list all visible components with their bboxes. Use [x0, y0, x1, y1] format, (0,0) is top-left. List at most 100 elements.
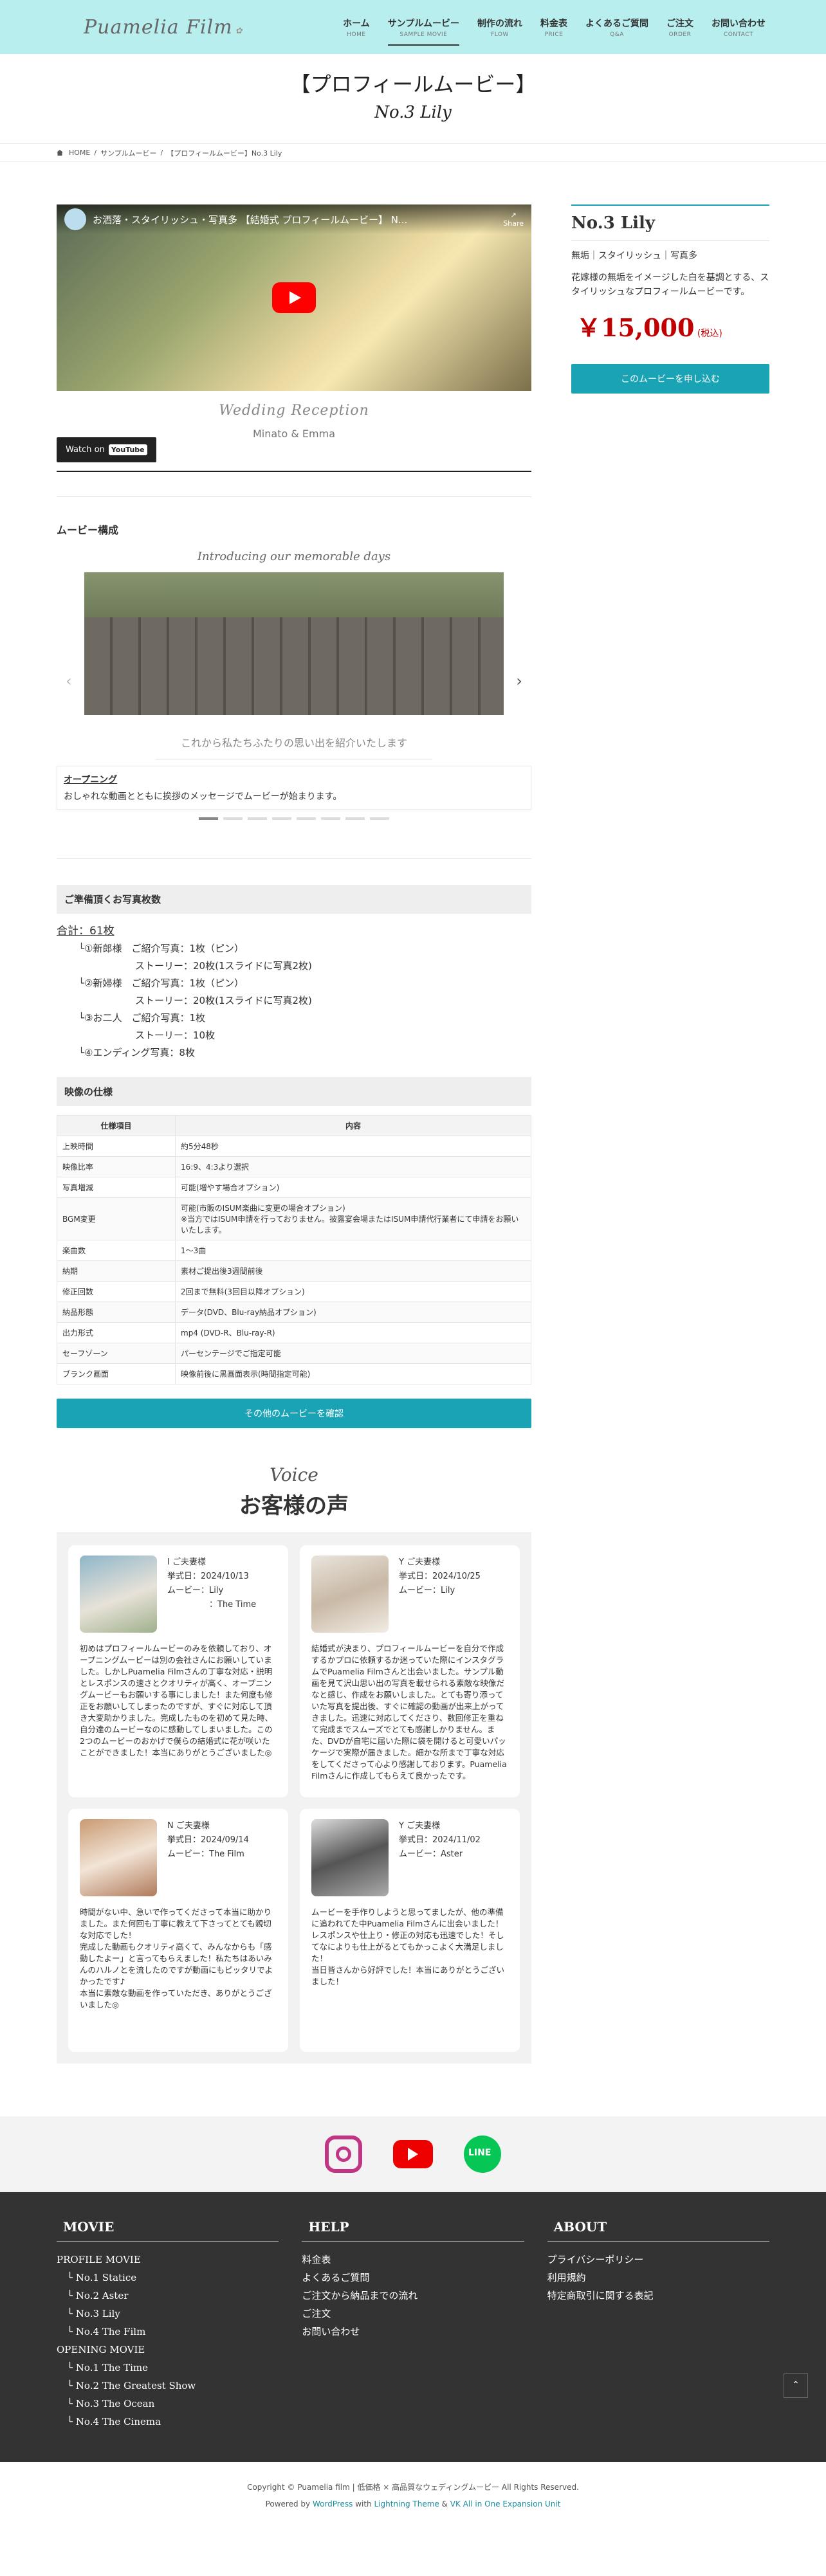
voice-grid: I ご夫妻様 挙式日：2024/10/13 ムービー：Lily ：The Time … [57, 1534, 531, 2064]
sidebar: No.3 Lily 無垢｜スタイリッシュ｜写真多 花嫁様の無垢をイメージした白を… [571, 204, 769, 2064]
spec-row: 出力形式 mp4 (DVD-R、Blu-ray-R) [57, 1322, 531, 1343]
nav-flow[interactable]: 制作の流れ FLOW [468, 13, 531, 42]
footer-link[interactable]: 特定商取引に関する表記 [547, 2287, 769, 2305]
video-embed[interactable]: お洒落・スタイリッシュ・写真多 【結婚式 プロフィールムービー】 N... ↗ S… [57, 204, 531, 472]
spec-row: 修正回数 2回まで無料(3回目以降オプション) [57, 1281, 531, 1302]
sidebar-title: No.3 Lily [571, 213, 655, 233]
slider-dot[interactable] [272, 817, 291, 820]
photo-total: 合計：61枚 [57, 925, 115, 938]
slider-dot[interactable] [321, 817, 340, 820]
footer-link[interactable]: 利用規約 [547, 2269, 769, 2287]
spec-value: 約5分48秒 [175, 1136, 531, 1157]
photo-line: ストーリー：20枚(1スライドに写真2枚) [135, 960, 312, 972]
footer-link[interactable]: └ No.1 Statice [57, 2269, 279, 2287]
footer-link[interactable]: 料金表 [302, 2251, 524, 2269]
line-icon[interactable]: LINE [464, 2136, 501, 2173]
voice-text: 初めはプロフィールムービーのみを依頼しており、オープニングムービーは別の会社さん… [80, 1644, 273, 1757]
composition-heading: ムービー構成 [57, 524, 119, 536]
spec-key: 修正回数 [57, 1281, 176, 1302]
breadcrumb-sample[interactable]: サンプルムービー [100, 148, 156, 158]
spec-key: BGM変更 [57, 1197, 176, 1240]
other-movies-button[interactable]: その他のムービーを確認 [57, 1399, 531, 1428]
nav-order[interactable]: ご注文 ORDER [657, 13, 702, 42]
nav-qa[interactable]: よくあるご質問 Q&A [576, 13, 657, 42]
lightning-link[interactable]: Lightning Theme [374, 2499, 439, 2508]
footer-link[interactable]: └ No.1 The Time [57, 2359, 279, 2377]
spec-key: 出力形式 [57, 1322, 176, 1343]
avatar [311, 1556, 389, 1633]
footer-link[interactable]: ご注文から納品までの流れ [302, 2287, 524, 2305]
spec-heading: 映像の仕様 [57, 1077, 531, 1106]
spec-value: 2回まで無料(3回目以降オプション) [175, 1281, 531, 1302]
copyright: Copyright © Puamelia film | 低価格 × 高品質なウェ… [0, 2462, 826, 2512]
footer-link[interactable]: ご注文 [302, 2305, 524, 2323]
photo-line: └③お二人 ご紹介写真：1枚 [78, 1012, 206, 1024]
video-thumbnail[interactable]: お洒落・スタイリッシュ・写真多 【結婚式 プロフィールムービー】 N... ↗ S… [57, 204, 531, 391]
footer-link[interactable]: └ No.3 The Ocean [57, 2395, 279, 2413]
footer-link[interactable]: よくあるご質問 [302, 2269, 524, 2287]
composition-slider: Introducing our memorable days これから私たちふた… [57, 550, 531, 839]
breadcrumb-sep: / [94, 149, 97, 157]
vk-link[interactable]: VK All in One Expansion Unit [450, 2499, 561, 2508]
slider-dot[interactable] [223, 817, 243, 820]
slider-prev-button[interactable]: ‹ [66, 672, 72, 690]
apply-button[interactable]: このムービーを申し込む [571, 364, 769, 394]
footer-link[interactable]: OPENING MOVIE [57, 2341, 279, 2359]
slider-dot[interactable] [345, 817, 365, 820]
voice-card: Y ご夫妻様 挙式日：2024/11/02 ムービー：Aster ムービーを手作りし… [300, 1809, 520, 2052]
slider-dot[interactable] [199, 817, 218, 820]
footer-link[interactable]: PROFILE MOVIE [57, 2251, 279, 2269]
footer-link[interactable]: └ No.4 The Film [57, 2323, 279, 2341]
instagram-icon[interactable] [325, 2136, 362, 2173]
spec-row: BGM変更 可能(市販のISUM楽曲に変更の場合オプション) ※当方ではISUM申… [57, 1197, 531, 1240]
nav-price[interactable]: 料金表 PRICE [531, 13, 576, 42]
spec-row: 納期 素材ご提出後3週間前後 [57, 1260, 531, 1282]
spec-section: 映像の仕様 仕様項目 内容 上映時間 約5分48秒 映像比率 16:9、4:3より選択写… [57, 1077, 531, 1384]
spec-key: セーフゾーン [57, 1343, 176, 1364]
footer-link[interactable]: └ No.2 The Greatest Show [57, 2377, 279, 2395]
spec-value: 1～3曲 [175, 1240, 531, 1261]
site-footer: MOVIE PROFILE MOVIE └ No.1 Statice └ No.2 … [0, 2192, 826, 2462]
breadcrumb-home[interactable]: HOME [69, 149, 90, 157]
play-icon[interactable] [272, 282, 316, 313]
social-links: LINE [0, 2116, 826, 2192]
nav-contact[interactable]: お問い合わせ CONTACT [702, 13, 775, 42]
slider-dot[interactable] [297, 817, 316, 820]
slide-title: Introducing our memorable days [197, 550, 391, 563]
watch-on-youtube-button[interactable]: Watch on YouTube [57, 437, 156, 462]
voice-card: Y ご夫妻様 挙式日：2024/10/25 ムービー：Lily 結婚式が決まり、プロ… [300, 1545, 520, 1797]
voice-title: お客様の声 [239, 1493, 349, 1519]
sidebar-description: 花嫁様の無垢をイメージした白を基調とする、スタイリッシュなプロフィールムービーで… [571, 273, 769, 297]
spec-value: 素材ご提出後3週間前後 [175, 1260, 531, 1282]
footer-link[interactable]: └ No.4 The Cinema [57, 2413, 279, 2431]
nav-home[interactable]: ホーム HOME [334, 13, 379, 42]
spec-table: 仕様項目 内容 上映時間 約5分48秒 映像比率 16:9、4:3より選択 写真増減 可能(… [57, 1115, 531, 1384]
youtube-icon[interactable] [393, 2140, 433, 2168]
spec-value: パーセンテージでご指定可能 [175, 1343, 531, 1364]
slider-next-button[interactable]: › [516, 672, 522, 690]
spec-key: ブランク画面 [57, 1363, 176, 1384]
video-title[interactable]: お洒落・スタイリッシュ・写真多 【結婚式 プロフィールムービー】 N... [93, 213, 407, 226]
wordpress-link[interactable]: WordPress [313, 2499, 353, 2508]
video-script-title: Wedding Reception [219, 403, 369, 419]
page-title: 【プロフィールムービー】 [289, 72, 537, 96]
channel-avatar[interactable] [64, 208, 86, 230]
breadcrumb: HOME / サンプルムービー / 【プロフィールムービー】No.3 Lily [0, 144, 826, 162]
footer-link[interactable]: プライバシーポリシー [547, 2251, 769, 2269]
avatar [80, 1556, 157, 1633]
footer-link[interactable]: └ No.2 Aster [57, 2287, 279, 2305]
footer-link[interactable]: └ No.3 Lily [57, 2305, 279, 2323]
spec-value: 16:9、4:3より選択 [175, 1156, 531, 1177]
nav-sample-movie[interactable]: サンプルムービー SAMPLE MOVIE [379, 13, 468, 46]
page-subtitle: No.3 Lily [374, 103, 452, 122]
voice-text: 時間がない中、急いで作ってくださって本当に助かりました。また何回も丁寧に教えて下… [80, 1907, 273, 2009]
spec-col-header: 内容 [175, 1115, 531, 1136]
site-logo[interactable]: Puamelia Film ✿ [84, 16, 243, 39]
slider-dot[interactable] [370, 817, 389, 820]
slider-dot[interactable] [248, 817, 267, 820]
footer-link[interactable]: お問い合わせ [302, 2323, 524, 2341]
voice-text: 結婚式が決まり、プロフィールムービーを自分で作成するかプロに依頼するか迷っていた… [311, 1644, 507, 1781]
page-title-section: 【プロフィールムービー】 No.3 Lily [0, 54, 826, 144]
share-button[interactable]: ↗ Share [503, 211, 524, 228]
back-to-top-button[interactable]: ⌃ [784, 2373, 808, 2398]
